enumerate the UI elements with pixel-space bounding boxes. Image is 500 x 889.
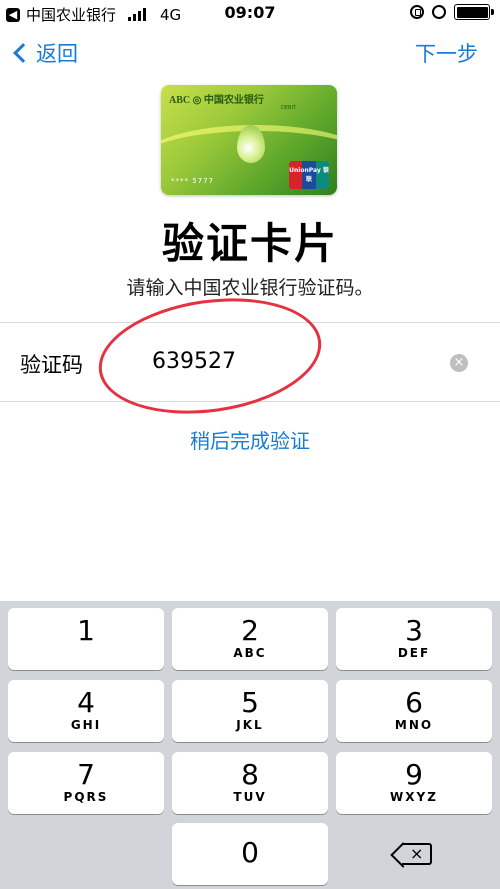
delete-key[interactable]: × <box>336 823 492 885</box>
page-subtitle: 请输入中国农业银行验证码。 <box>126 277 374 299</box>
bank-card-image: ABC ◎ 中国农业银行 DEBIT **** 5777 UnionPay 银联 <box>161 85 337 195</box>
key-8[interactable]: 8 TUV <box>172 752 328 814</box>
key-4[interactable]: 4 GHI <box>8 680 164 742</box>
battery-icon <box>454 4 494 20</box>
key-0[interactable]: 0 <box>172 823 328 885</box>
rotation-lock-icon <box>410 5 424 19</box>
key-letters: DEF <box>397 646 431 660</box>
card-bank-logo: ABC ◎ 中国农业银行 <box>169 95 264 106</box>
key-7[interactable]: 7 PQRS <box>8 752 164 814</box>
key-number: 4 <box>77 686 95 719</box>
key-number: 6 <box>405 686 423 719</box>
verify-later-link[interactable]: 稍后完成验证 <box>0 425 500 454</box>
key-letters: TUV <box>233 790 267 804</box>
card-drop-graphic <box>237 125 265 163</box>
key-number: 8 <box>241 758 259 791</box>
key-number: 2 <box>241 614 259 647</box>
numeric-keypad: 1 2 ABC 3 DEF 4 GHI 5 JKL 6 MNO 7 PQRS 8… <box>0 601 500 889</box>
key-3[interactable]: 3 DEF <box>336 608 492 670</box>
key-1[interactable]: 1 <box>8 608 164 670</box>
key-letters: MNO <box>394 718 434 732</box>
unionpay-label: UnionPay 银联 <box>289 167 329 183</box>
card-number: **** 5777 <box>171 177 215 185</box>
key-9[interactable]: 9 WXYZ <box>336 752 492 814</box>
key-2[interactable]: 2 ABC <box>172 608 328 670</box>
key-number: 9 <box>405 758 423 791</box>
status-right <box>410 4 494 20</box>
key-letters: PQRS <box>63 790 109 804</box>
key-number: 7 <box>77 758 95 791</box>
backspace-x: × <box>410 844 424 863</box>
key-letters: ABC <box>233 646 267 660</box>
key-6[interactable]: 6 MNO <box>336 680 492 742</box>
key-number: 5 <box>241 686 259 719</box>
next-step-button[interactable]: 下一步 <box>415 38 478 68</box>
verify-code-row: 验证码 × <box>0 322 500 402</box>
backspace-icon: × <box>402 843 432 865</box>
key-letters: GHI <box>70 718 102 732</box>
verify-code-label: 验证码 <box>20 353 83 377</box>
status-bar: ◀ 中国农业银行 4G 09:07 <box>0 0 500 28</box>
alarm-icon <box>432 5 446 19</box>
key-letters: JKL <box>236 718 264 732</box>
battery-level <box>456 6 488 18</box>
key-number: 1 <box>77 614 95 647</box>
verify-code-input[interactable] <box>152 341 412 381</box>
key-number: 3 <box>405 614 423 647</box>
key-number: 0 <box>241 836 259 869</box>
page-title: 验证卡片 <box>161 219 338 268</box>
key-letters: WXYZ <box>390 790 438 804</box>
card-type: DEBIT <box>281 105 296 111</box>
chevron-left-icon <box>13 43 33 63</box>
clear-input-icon[interactable]: × <box>450 354 468 372</box>
key-5[interactable]: 5 JKL <box>172 680 328 742</box>
back-label: 返回 <box>36 42 78 66</box>
back-button[interactable]: 返回 <box>10 38 78 68</box>
